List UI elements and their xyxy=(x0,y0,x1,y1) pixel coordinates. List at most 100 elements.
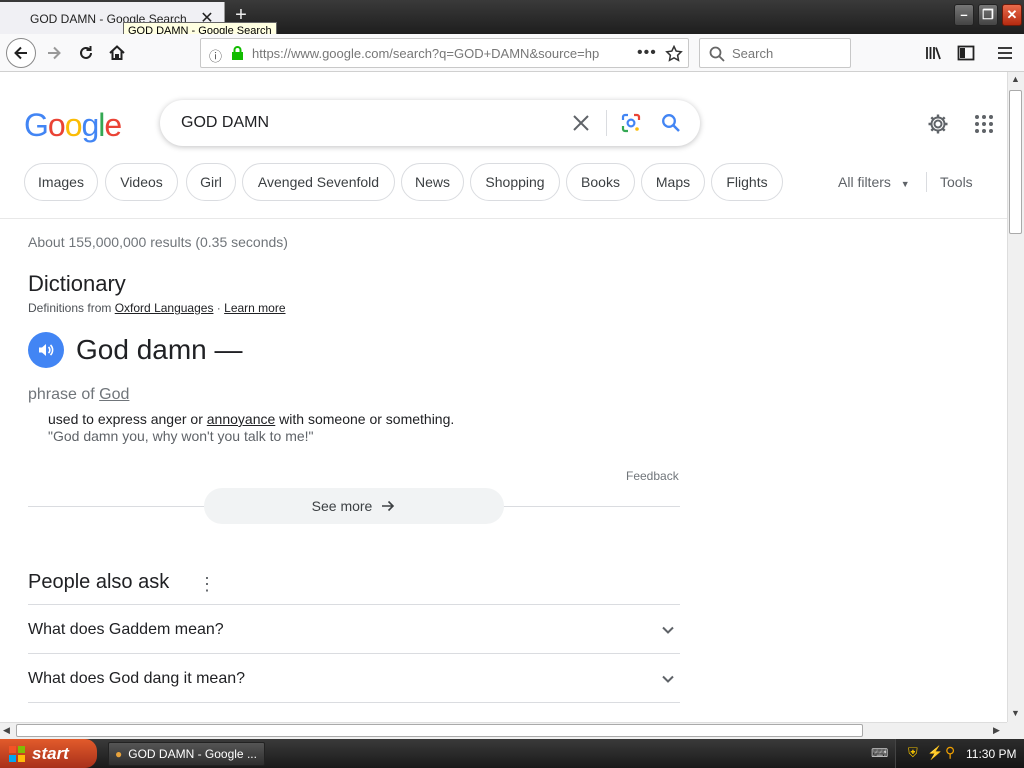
google-logo[interactable]: Google xyxy=(24,107,122,144)
definition-pre: used to express anger or xyxy=(48,411,207,427)
restore-button[interactable]: ❐ xyxy=(978,4,998,26)
url-bar[interactable]: ⓘ https://www.google.com/search?q=GOD+DA… xyxy=(200,38,689,68)
start-button[interactable]: start xyxy=(0,739,97,768)
dictionary-title: Dictionary xyxy=(28,271,126,296)
oxford-languages-link[interactable]: Oxford Languages xyxy=(115,301,214,315)
reload-icon xyxy=(80,46,92,59)
clear-icon[interactable] xyxy=(572,114,590,132)
tools-divider xyxy=(926,172,927,192)
back-button[interactable] xyxy=(6,38,36,68)
result-stats: About 155,000,000 results (0.35 seconds) xyxy=(28,234,288,250)
reload-button[interactable] xyxy=(72,39,100,67)
search-icon xyxy=(709,46,725,62)
browser-search-field[interactable]: Search xyxy=(699,38,851,68)
menu-button[interactable] xyxy=(991,39,1019,67)
all-filters-label: All filters xyxy=(838,174,891,190)
home-icon xyxy=(109,45,125,60)
paa-question[interactable]: What does Gaddem mean? xyxy=(28,621,224,639)
god-link[interactable]: God xyxy=(99,386,129,403)
people-also-ask-title: People also ask xyxy=(28,571,170,593)
chip-maps[interactable]: Maps xyxy=(641,163,705,201)
annoyance-link[interactable]: annoyance xyxy=(207,411,276,427)
forward-button[interactable] xyxy=(40,39,68,67)
sidebar-button[interactable] xyxy=(952,39,980,67)
hamburger-menu-icon xyxy=(998,47,1012,59)
arrow-right-icon xyxy=(382,500,395,512)
header-divider xyxy=(0,218,1007,219)
scroll-down-icon[interactable]: ▼ xyxy=(1011,708,1020,718)
search-divider xyxy=(606,110,607,136)
source-prefix: Definitions from xyxy=(28,301,112,315)
security-shield-icon[interactable]: ⛨ xyxy=(908,745,918,761)
tools-button[interactable]: Tools xyxy=(940,174,973,190)
chip-images[interactable]: Images xyxy=(24,163,98,201)
search-query-input[interactable]: GOD DAMN xyxy=(181,114,269,132)
logo-letter: o xyxy=(64,107,83,143)
chevron-down-icon[interactable] xyxy=(660,622,676,638)
logo-letter: g xyxy=(81,107,99,143)
minimize-button[interactable]: – xyxy=(954,4,974,26)
paa-question[interactable]: What does God dang it mean? xyxy=(28,670,245,688)
windows-logo-icon xyxy=(9,745,25,762)
apps-grid-icon[interactable] xyxy=(974,114,994,134)
all-filters-button[interactable]: All filters ▼ xyxy=(838,174,910,190)
see-more-button[interactable]: See more xyxy=(204,488,504,524)
page-actions-icon[interactable]: ••• xyxy=(637,44,657,62)
window-close-button[interactable]: ✕ xyxy=(1002,4,1022,26)
library-button[interactable] xyxy=(920,39,948,67)
navigation-toolbar: ⓘ https://www.google.com/search?q=GOD+DA… xyxy=(0,34,1024,72)
settings-gear-icon[interactable] xyxy=(926,112,950,136)
scroll-up-icon[interactable]: ▲ xyxy=(1011,74,1020,84)
taskbar-window-button[interactable]: ● GOD DAMN - Google ... xyxy=(108,742,265,766)
learn-more-link[interactable]: Learn more xyxy=(224,301,285,315)
paa-divider xyxy=(28,702,680,703)
lock-icon xyxy=(232,46,243,60)
scroll-right-icon[interactable]: ▶ xyxy=(993,725,1000,736)
library-icon xyxy=(926,47,941,60)
search-submit-icon[interactable] xyxy=(661,113,681,133)
chip-avenged-sevenfold[interactable]: Avenged Sevenfold xyxy=(242,163,395,201)
definition-post: with someone or something. xyxy=(275,411,455,427)
chip-books[interactable]: Books xyxy=(566,163,635,201)
keyboard-icon[interactable]: ⌨ xyxy=(871,746,888,760)
forward-arrow-icon xyxy=(48,46,61,60)
speaker-icon xyxy=(39,344,54,356)
horizontal-scroll-thumb[interactable] xyxy=(16,724,863,737)
lens-icon[interactable] xyxy=(620,112,642,134)
logo-letter: G xyxy=(24,107,49,143)
start-label: start xyxy=(32,743,69,763)
part-of-speech: phrase of God xyxy=(28,386,129,404)
home-button[interactable] xyxy=(103,39,131,67)
url-text[interactable]: https://www.google.com/search?q=GOD+DAMN… xyxy=(252,46,602,61)
firefox-icon: ● xyxy=(115,747,123,761)
dictionary-word: God damn — xyxy=(76,334,243,365)
logo-letter: e xyxy=(104,107,122,143)
chip-videos[interactable]: Videos xyxy=(105,163,178,201)
pronunciation-button[interactable] xyxy=(28,332,64,368)
scrollbar-corner xyxy=(1007,722,1024,739)
google-search-box[interactable]: GOD DAMN xyxy=(160,100,700,146)
more-options-icon[interactable]: ⋮ xyxy=(198,574,216,595)
info-icon[interactable]: ⓘ xyxy=(209,46,222,65)
logo-letter: o xyxy=(47,107,66,143)
paa-divider xyxy=(28,604,680,605)
chip-shopping[interactable]: Shopping xyxy=(470,163,560,201)
web-page: Google GOD DAMN Images Videos Girl Aveng… xyxy=(0,72,1007,722)
bookmark-star-icon[interactable] xyxy=(665,45,683,63)
scroll-left-icon[interactable]: ◀ xyxy=(3,725,10,736)
feedback-link[interactable]: Feedback xyxy=(626,469,679,483)
chip-girl[interactable]: Girl xyxy=(186,163,236,201)
vertical-scroll-thumb[interactable] xyxy=(1009,90,1022,234)
network-icon[interactable]: ⚡ xyxy=(927,745,943,761)
chip-news[interactable]: News xyxy=(401,163,464,201)
source-separator: · xyxy=(213,301,225,315)
sidebar-icon xyxy=(957,45,975,61)
search-placeholder: Search xyxy=(732,46,774,61)
chip-flights[interactable]: Flights xyxy=(711,163,783,201)
taskbar-window-label: GOD DAMN - Google ... xyxy=(128,747,257,761)
taskbar: start ● GOD DAMN - Google ... ⌨ ⛨ ⚡ ⚲ 11… xyxy=(0,739,1024,768)
search-tray-icon[interactable]: ⚲ xyxy=(945,744,955,761)
paa-divider xyxy=(28,653,680,654)
see-more-label: See more xyxy=(311,498,373,514)
chevron-down-icon[interactable] xyxy=(660,671,676,687)
